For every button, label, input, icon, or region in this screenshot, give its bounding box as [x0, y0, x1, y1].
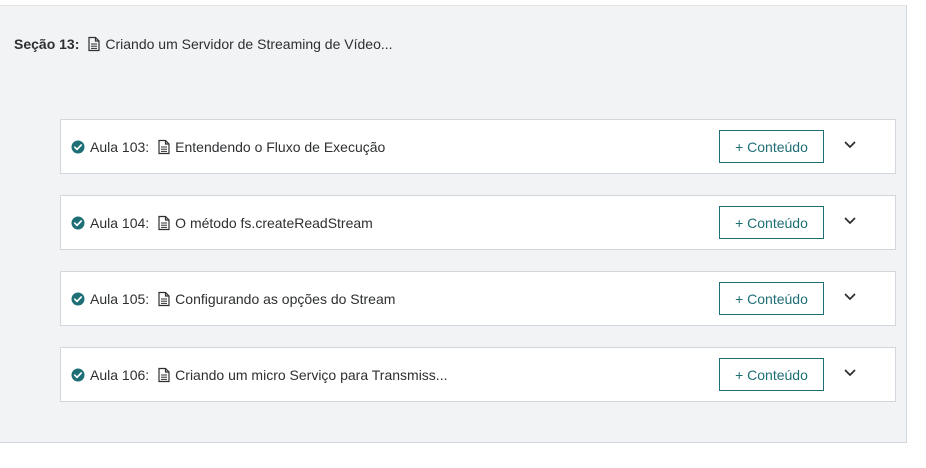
section-title: Criando um Servidor de Streaming de Víde… — [105, 36, 393, 52]
lesson-title[interactable]: Entendendo o Fluxo de Execução — [175, 139, 385, 155]
check-circle-icon — [71, 216, 85, 230]
add-content-button[interactable]: + Conteúdo — [719, 206, 824, 239]
lesson-number: Aula 106: — [90, 366, 150, 383]
section-number: Seção 13: — [14, 36, 80, 52]
document-icon — [157, 291, 171, 307]
add-content-button[interactable]: + Conteúdo — [719, 358, 824, 391]
section-header[interactable]: Seção 13: Criando um Servidor de Streami… — [14, 36, 393, 52]
lesson-number: Aula 104: — [90, 214, 150, 231]
lesson-title[interactable]: Configurando as opções do Stream — [175, 291, 395, 307]
check-circle-icon — [71, 368, 85, 382]
lesson-row: Aula 104: O método fs.createReadStream +… — [60, 195, 896, 250]
lesson-title[interactable]: O método fs.createReadStream — [175, 215, 373, 231]
chevron-down-icon[interactable] — [843, 290, 857, 304]
document-icon — [157, 367, 171, 383]
check-circle-icon — [71, 140, 85, 154]
section-panel: Seção 13: Criando um Servidor de Streami… — [0, 5, 907, 443]
document-icon — [157, 139, 171, 155]
lesson-info: Aula 105: Configurando as opções do Stre… — [71, 272, 395, 325]
add-content-button[interactable]: + Conteúdo — [719, 282, 824, 315]
lesson-row: Aula 103: Entendendo o Fluxo de Execução… — [60, 119, 896, 174]
lesson-info: Aula 106: Criando um micro Serviço para … — [71, 348, 447, 401]
chevron-down-icon[interactable] — [843, 214, 857, 228]
document-icon — [157, 215, 171, 231]
lesson-row: Aula 106: Criando um micro Serviço para … — [60, 347, 896, 402]
lesson-row: Aula 105: Configurando as opções do Stre… — [60, 271, 896, 326]
lesson-info: Aula 103: Entendendo o Fluxo de Execução — [71, 120, 385, 173]
add-content-button[interactable]: + Conteúdo — [719, 130, 824, 163]
lesson-title[interactable]: Criando um micro Serviço para Transmiss.… — [175, 367, 447, 383]
chevron-down-icon[interactable] — [843, 366, 857, 380]
chevron-down-icon[interactable] — [843, 138, 857, 152]
check-circle-icon — [71, 292, 85, 306]
lesson-info: Aula 104: O método fs.createReadStream — [71, 196, 373, 249]
document-icon — [87, 36, 101, 52]
lesson-number: Aula 103: — [90, 138, 150, 155]
lesson-number: Aula 105: — [90, 290, 150, 307]
